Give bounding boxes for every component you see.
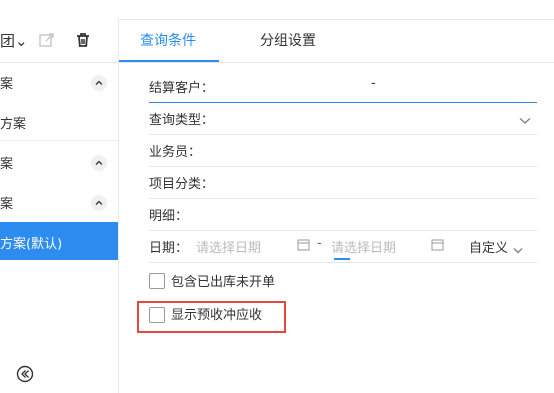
focus-indicator xyxy=(334,258,350,260)
date-separator: - xyxy=(317,236,322,251)
highlight-box xyxy=(137,301,286,333)
customer-label: 结算客户： xyxy=(149,81,215,96)
detail-field[interactable]: 明细： xyxy=(149,199,537,231)
date-label: 日期： xyxy=(149,241,189,256)
chevron-up-icon[interactable] xyxy=(91,155,107,171)
query-panel: 查询条件 分组设置 结算客户： - 查询类型： 业务员： 项目分类： 明细： 日… xyxy=(119,19,554,393)
scheme-group-label: 案 xyxy=(0,77,14,92)
project-category-field[interactable]: 项目分类： xyxy=(149,167,537,199)
include-outbound-checkbox[interactable] xyxy=(149,273,165,289)
scheme-item-label: 方案(默认) xyxy=(0,237,63,252)
tab-group-settings[interactable]: 分组设置 xyxy=(260,30,316,50)
include-outbound-label: 包含已出库未开单 xyxy=(171,275,276,290)
scheme-group[interactable]: 案 xyxy=(0,142,118,182)
salesperson-label: 业务员： xyxy=(149,145,202,160)
start-date-input[interactable]: 请选择日期 xyxy=(196,237,261,256)
trash-icon[interactable] xyxy=(73,30,93,50)
sidebar-toolbar: 团⌄ xyxy=(0,19,118,63)
chevron-up-icon[interactable] xyxy=(91,75,107,91)
query-type-label: 查询类型： xyxy=(149,113,215,128)
chevron-down-icon[interactable] xyxy=(519,114,531,129)
salesperson-field[interactable]: 业务员： xyxy=(149,135,537,167)
top-bar xyxy=(0,0,554,20)
calendar-icon[interactable] xyxy=(431,238,444,251)
project-category-label: 项目分类： xyxy=(149,177,215,192)
scheme-group-label: 案 xyxy=(0,157,14,172)
tab-bar: 查询条件 分组设置 xyxy=(119,19,554,63)
tab-query-conditions[interactable]: 查询条件 xyxy=(140,30,196,50)
scheme-item-label: 方案 xyxy=(0,117,27,132)
scheme-menu-toggle[interactable]: 团⌄ xyxy=(0,30,28,51)
scheme-group[interactable]: 案 xyxy=(0,182,118,222)
chevron-down-icon[interactable] xyxy=(513,243,523,258)
export-icon[interactable] xyxy=(37,30,57,50)
scheme-sidebar: 团⌄ 案 方案 案 案 方案(默认) xyxy=(0,19,119,393)
active-tab-indicator xyxy=(119,60,219,62)
query-type-select[interactable]: 查询类型： xyxy=(149,103,537,135)
scheme-group-label: 案 xyxy=(0,197,14,212)
calendar-icon[interactable] xyxy=(297,238,310,251)
scheme-item-default[interactable]: 方案(默认) xyxy=(0,222,118,260)
date-range-field: 日期： 请选择日期 - 请选择日期 自定义 xyxy=(149,231,537,263)
collapse-left-icon[interactable] xyxy=(16,365,34,383)
customer-value: - xyxy=(371,76,376,91)
customer-field[interactable]: 结算客户： - xyxy=(149,71,537,103)
end-date-input[interactable]: 请选择日期 xyxy=(331,237,396,256)
chevron-up-icon[interactable] xyxy=(91,195,107,211)
detail-label: 明细： xyxy=(149,209,189,224)
scheme-group[interactable]: 案 xyxy=(0,62,118,102)
scheme-item[interactable]: 方案 xyxy=(0,102,118,140)
date-range-type-select[interactable]: 自定义 xyxy=(469,237,508,256)
divider xyxy=(0,140,118,141)
